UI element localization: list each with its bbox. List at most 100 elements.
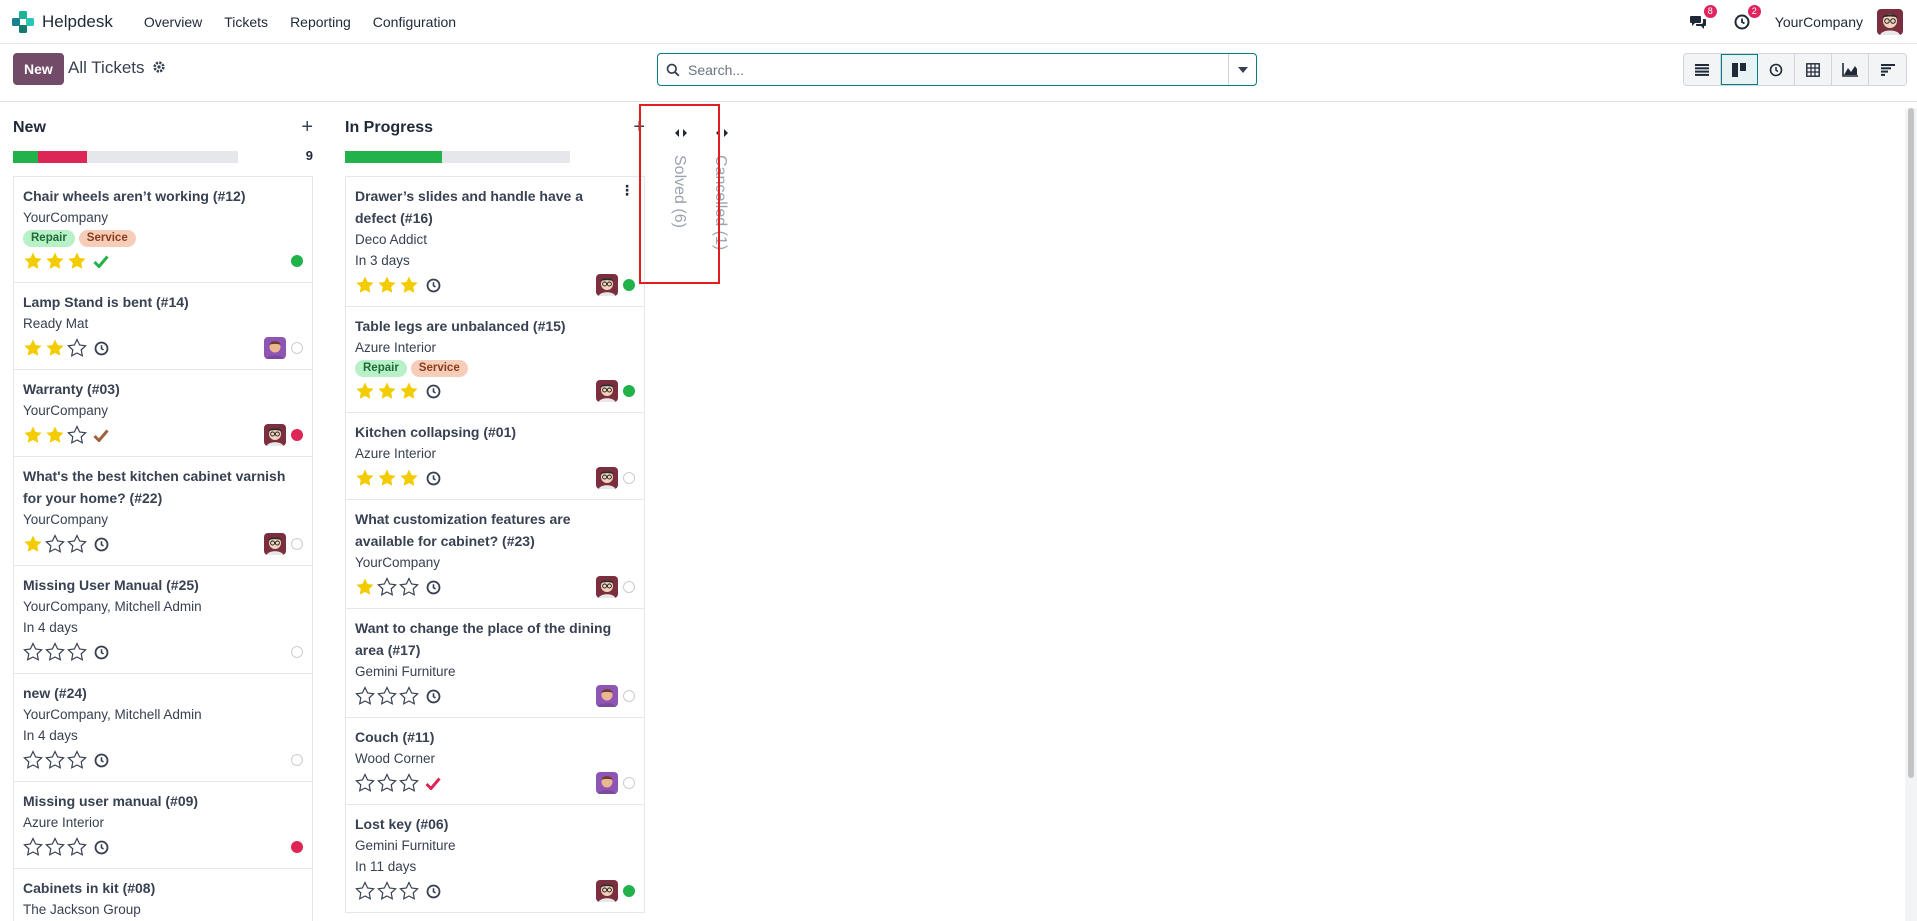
- star-filled-icon[interactable]: [377, 468, 399, 488]
- activity-button[interactable]: [423, 577, 443, 597]
- kanban-state-dot[interactable]: [291, 255, 303, 267]
- menu-reporting[interactable]: Reporting: [279, 14, 362, 30]
- star-filled-icon[interactable]: [355, 275, 377, 295]
- star-empty-icon[interactable]: [399, 773, 421, 793]
- column-title[interactable]: New: [13, 119, 46, 137]
- ticket-card[interactable]: Warranty (#03) YourCompany: [13, 369, 313, 456]
- card-menu-icon[interactable]: ⋮: [620, 183, 634, 197]
- ticket-card[interactable]: ⋮ Drawer’s slides and handle have a defec…: [345, 176, 645, 306]
- priority-stars[interactable]: [355, 381, 421, 401]
- star-empty-icon[interactable]: [23, 642, 45, 662]
- menu-configuration[interactable]: Configuration: [362, 14, 467, 30]
- user-avatar[interactable]: [1877, 8, 1903, 35]
- star-filled-icon[interactable]: [23, 251, 45, 271]
- kanban-view-button[interactable]: [1721, 54, 1758, 85]
- menu-tickets[interactable]: Tickets: [213, 14, 279, 30]
- priority-stars[interactable]: [355, 686, 421, 706]
- priority-stars[interactable]: [23, 251, 89, 271]
- kanban-state-dot[interactable]: [623, 581, 635, 593]
- progress-green-segment[interactable]: [345, 151, 442, 163]
- assignee-avatar[interactable]: [264, 337, 286, 359]
- activity-button[interactable]: [91, 534, 111, 554]
- star-filled-icon[interactable]: [23, 338, 45, 358]
- star-empty-icon[interactable]: [67, 534, 89, 554]
- gear-icon[interactable]: [152, 60, 166, 77]
- list-view-button[interactable]: [1684, 54, 1721, 85]
- assignee-avatar[interactable]: [596, 380, 618, 402]
- assignee-avatar[interactable]: [596, 685, 618, 707]
- kanban-state-dot[interactable]: [623, 279, 635, 291]
- ticket-card[interactable]: Missing User Manual (#25) YourCompany, Mi…: [13, 565, 313, 673]
- pivot-view-button[interactable]: [1795, 54, 1832, 85]
- star-filled-icon[interactable]: [355, 381, 377, 401]
- activity-button[interactable]: [423, 468, 443, 488]
- star-empty-icon[interactable]: [355, 773, 377, 793]
- column-progress-bar[interactable]: [345, 151, 570, 163]
- star-empty-icon[interactable]: [377, 686, 399, 706]
- kanban-state-dot[interactable]: [291, 429, 303, 441]
- search-input[interactable]: [688, 54, 1228, 85]
- assignee-avatar[interactable]: [264, 424, 286, 446]
- ticket-card[interactable]: Missing user manual (#09) Azure Interior: [13, 781, 313, 868]
- star-filled-icon[interactable]: [399, 468, 421, 488]
- star-empty-icon[interactable]: [377, 881, 399, 901]
- star-filled-icon[interactable]: [399, 275, 421, 295]
- progress-green-segment[interactable]: [13, 151, 38, 163]
- star-empty-icon[interactable]: [67, 425, 89, 445]
- ticket-card[interactable]: Table legs are unbalanced (#15) Azure Int…: [345, 306, 645, 412]
- star-empty-icon[interactable]: [45, 534, 67, 554]
- star-filled-icon[interactable]: [377, 381, 399, 401]
- star-empty-icon[interactable]: [67, 750, 89, 770]
- assignee-avatar[interactable]: [596, 274, 618, 296]
- ticket-card[interactable]: Want to change the place of the dining a…: [345, 608, 645, 717]
- star-filled-icon[interactable]: [45, 251, 67, 271]
- new-button[interactable]: New: [13, 53, 64, 85]
- ticket-card[interactable]: Lamp Stand is bent (#14) Ready Mat: [13, 282, 313, 369]
- activity-button[interactable]: [423, 275, 443, 295]
- star-empty-icon[interactable]: [45, 837, 67, 857]
- assignee-avatar[interactable]: [264, 533, 286, 555]
- app-brand[interactable]: Helpdesk: [12, 10, 113, 33]
- star-filled-icon[interactable]: [377, 275, 399, 295]
- priority-stars[interactable]: [355, 275, 421, 295]
- quick-create-plus-icon[interactable]: +: [301, 116, 313, 139]
- priority-stars[interactable]: [355, 773, 421, 793]
- priority-stars[interactable]: [23, 425, 89, 445]
- ticket-card[interactable]: new (#24) YourCompany, Mitchell Admin In 4…: [13, 673, 313, 781]
- kanban-state-dot[interactable]: [291, 342, 303, 354]
- ticket-card[interactable]: What customization features are availabl…: [345, 499, 645, 608]
- star-empty-icon[interactable]: [355, 686, 377, 706]
- star-empty-icon[interactable]: [67, 338, 89, 358]
- star-empty-icon[interactable]: [399, 686, 421, 706]
- star-empty-icon[interactable]: [45, 642, 67, 662]
- kanban-state-dot[interactable]: [291, 538, 303, 550]
- star-empty-icon[interactable]: [67, 642, 89, 662]
- ticket-card[interactable]: Lost key (#06) Gemini Furniture In 11 days: [345, 804, 645, 913]
- star-empty-icon[interactable]: [399, 881, 421, 901]
- kanban-state-dot[interactable]: [623, 472, 635, 484]
- ticket-card[interactable]: Cabinets in kit (#08) The Jackson Group: [13, 868, 313, 921]
- star-empty-icon[interactable]: [67, 837, 89, 857]
- vertical-scrollbar[interactable]: [1905, 108, 1917, 921]
- star-empty-icon[interactable]: [45, 750, 67, 770]
- assignee-avatar[interactable]: [596, 467, 618, 489]
- progress-red-segment[interactable]: [37, 151, 88, 163]
- assignee-avatar[interactable]: [596, 880, 618, 902]
- activity-button[interactable]: [423, 773, 443, 793]
- activities-button[interactable]: 2: [1731, 4, 1761, 33]
- star-filled-icon[interactable]: [45, 338, 67, 358]
- priority-stars[interactable]: [23, 642, 89, 662]
- priority-stars[interactable]: [355, 577, 421, 597]
- graph-view-button[interactable]: [1832, 54, 1869, 85]
- company-switcher[interactable]: YourCompany: [1775, 14, 1863, 30]
- kanban-state-dot[interactable]: [291, 754, 303, 766]
- star-filled-icon[interactable]: [23, 534, 45, 554]
- star-empty-icon[interactable]: [23, 750, 45, 770]
- activity-button[interactable]: [91, 642, 111, 662]
- ticket-card[interactable]: What's the best kitchen cabinet varnish …: [13, 456, 313, 565]
- star-empty-icon[interactable]: [23, 837, 45, 857]
- priority-stars[interactable]: [23, 534, 89, 554]
- star-empty-icon[interactable]: [399, 577, 421, 597]
- activity-button[interactable]: [423, 881, 443, 901]
- star-filled-icon[interactable]: [399, 381, 421, 401]
